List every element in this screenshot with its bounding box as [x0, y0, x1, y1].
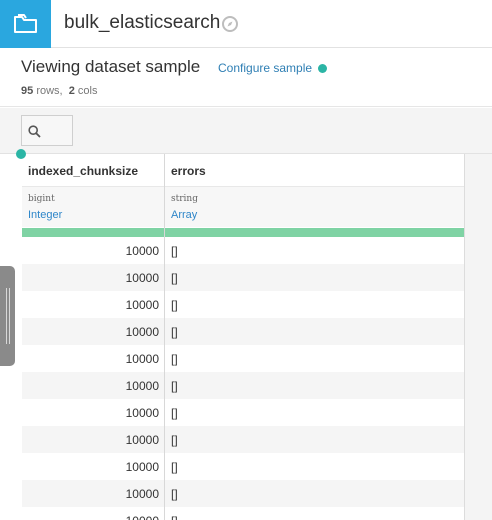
cell-errors[interactable]: [] — [171, 298, 178, 312]
dataset-title: bulk_elasticsearch — [64, 12, 221, 33]
cell-errors[interactable]: [] — [171, 487, 178, 501]
folder-icon — [13, 14, 37, 33]
meaning-link[interactable]: Integer — [28, 209, 62, 221]
data-table: indexed_chunksize errors bigint Integer … — [22, 154, 465, 520]
sample-summary: Viewing dataset sample Configure sample … — [0, 49, 492, 107]
cell-errors[interactable]: [] — [171, 406, 178, 420]
cell-indexed-chunksize[interactable]: 10000 — [22, 406, 159, 420]
cell-indexed-chunksize[interactable]: 10000 — [22, 325, 159, 339]
table-row: 10000 [] — [22, 507, 464, 520]
table-row: 10000 [] — [22, 264, 464, 291]
rows-label: rows, — [36, 85, 63, 97]
filter-bar — [0, 108, 492, 154]
table-row: 10000 [] — [22, 372, 464, 399]
table-row: 10000 [] — [22, 291, 464, 318]
cell-errors[interactable]: [] — [171, 325, 178, 339]
search-button[interactable] — [21, 115, 73, 146]
selection-indicator-dot — [16, 149, 26, 159]
table-row: 10000 [] — [22, 318, 464, 345]
cell-errors[interactable]: [] — [171, 244, 178, 258]
row-col-count: 95 rows, 2 cols — [21, 85, 97, 97]
rows-count: 95 — [21, 85, 34, 97]
cell-indexed-chunksize[interactable]: 10000 — [22, 487, 159, 501]
cell-errors[interactable]: [] — [171, 460, 178, 474]
cell-indexed-chunksize[interactable]: 10000 — [22, 271, 159, 285]
cols-count: 2 — [68, 85, 75, 97]
cell-indexed-chunksize[interactable]: 10000 — [22, 460, 159, 474]
storage-type: bigint — [28, 194, 55, 204]
cols-label: cols — [77, 85, 98, 97]
storage-type: string — [171, 194, 198, 204]
column-header-indexed-chunksize[interactable]: indexed_chunksize — [28, 164, 138, 178]
page-title: Viewing dataset sample — [21, 57, 201, 76]
grip-line — [9, 288, 10, 344]
cell-errors[interactable]: [] — [171, 271, 178, 285]
grip-line — [6, 288, 7, 344]
sample-status-dot — [318, 64, 327, 73]
cell-indexed-chunksize[interactable]: 10000 — [22, 433, 159, 447]
column-types-row: bigint Integer string Array — [22, 187, 464, 227]
data-quality-bar — [22, 228, 464, 237]
compass-icon[interactable] — [221, 15, 239, 33]
cell-errors[interactable]: [] — [171, 352, 178, 366]
table-row: 10000 [] — [22, 480, 464, 507]
table-body: 10000 [] 10000 [] 10000 [] 10000 [] 1000… — [22, 237, 464, 520]
cell-indexed-chunksize[interactable]: 10000 — [22, 298, 159, 312]
table-right-gutter — [465, 154, 492, 520]
cell-indexed-chunksize[interactable]: 10000 — [22, 352, 159, 366]
column-divider[interactable] — [164, 154, 165, 520]
top-bar: bulk_elasticsearch — [0, 0, 492, 48]
search-icon — [28, 125, 41, 138]
cell-errors[interactable]: [] — [171, 379, 178, 393]
cell-errors[interactable]: [] — [171, 514, 178, 520]
cell-indexed-chunksize[interactable]: 10000 — [22, 514, 159, 520]
configure-sample-link[interactable]: Configure sample — [218, 61, 312, 75]
table-header: indexed_chunksize errors — [22, 154, 464, 187]
side-panel-handle[interactable] — [0, 266, 15, 366]
cell-errors[interactable]: [] — [171, 433, 178, 447]
column-header-errors[interactable]: errors — [171, 164, 206, 178]
table-row: 10000 [] — [22, 399, 464, 426]
cell-indexed-chunksize[interactable]: 10000 — [22, 244, 159, 258]
table-row: 10000 [] — [22, 426, 464, 453]
table-row: 10000 [] — [22, 237, 464, 264]
table-row: 10000 [] — [22, 453, 464, 480]
cell-indexed-chunksize[interactable]: 10000 — [22, 379, 159, 393]
table-row: 10000 [] — [22, 345, 464, 372]
dataset-type-tile[interactable] — [0, 0, 51, 48]
meaning-link[interactable]: Array — [171, 209, 197, 221]
